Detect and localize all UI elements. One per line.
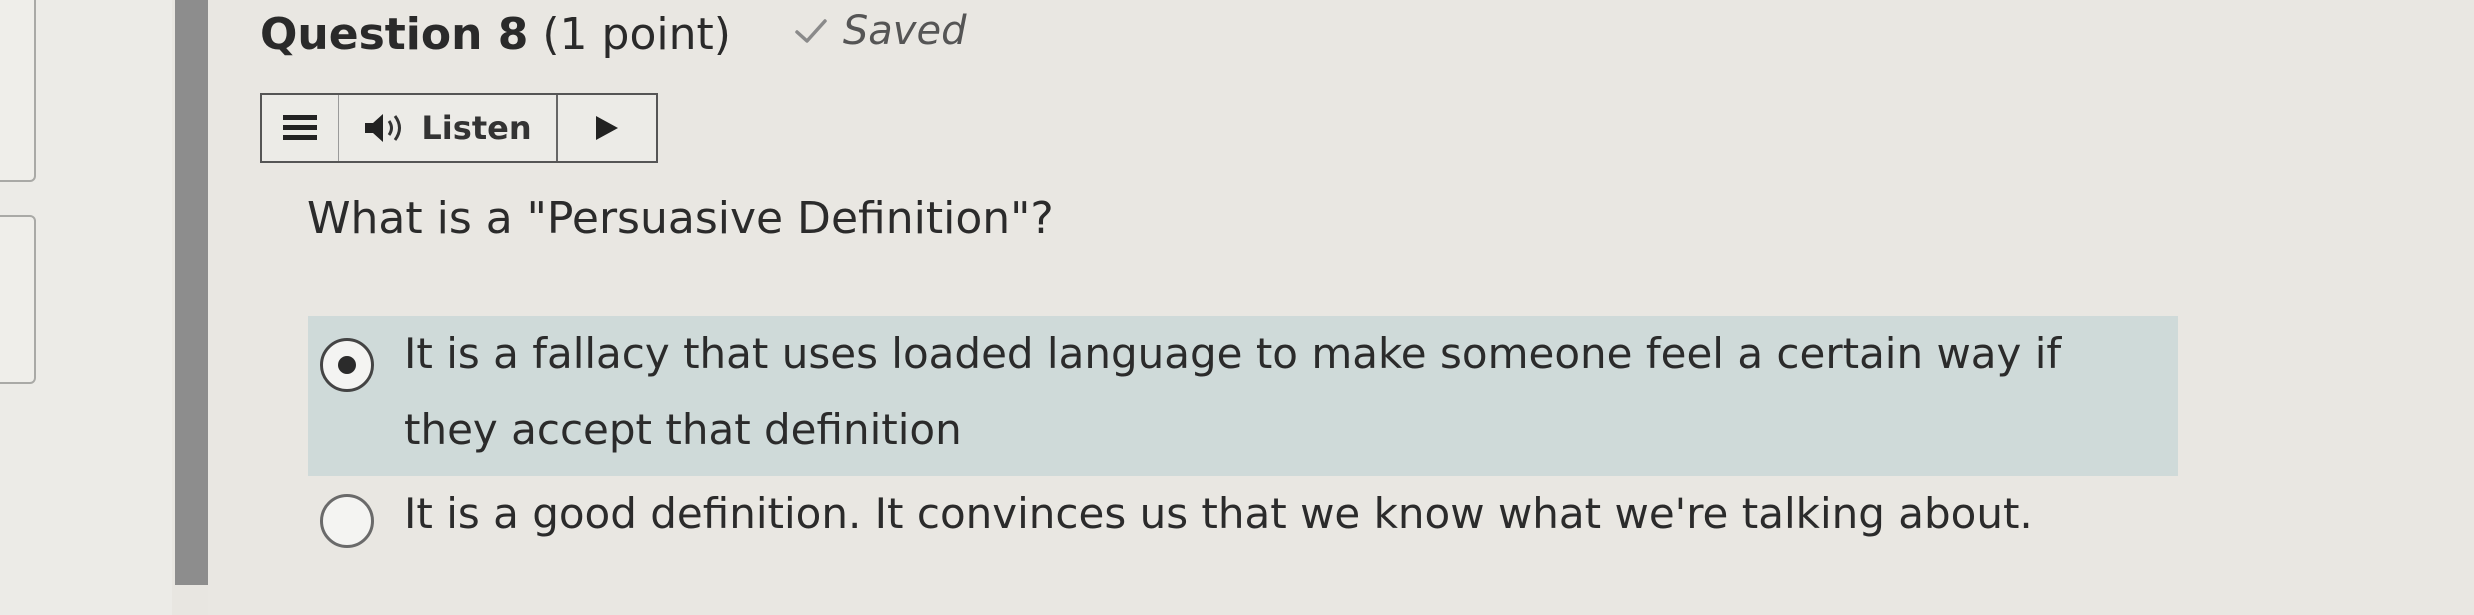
play-button[interactable] <box>558 95 656 161</box>
question-title: Question 8 <box>260 9 529 60</box>
answer-option-2-label: It is a good definition. It convinces us… <box>404 489 2033 538</box>
listen-button[interactable]: Listen <box>339 95 558 161</box>
radio-dot-icon <box>338 356 356 374</box>
readspeaker-toolbar: Listen <box>260 93 658 163</box>
answer-option-1[interactable]: It is a fallacy that uses loaded languag… <box>308 316 2178 476</box>
question-panel: Question 8 (1 point) Saved Listen What i… <box>208 0 2474 615</box>
radio-button-unselected[interactable] <box>320 494 374 548</box>
answer-option-2[interactable]: It is a good definition. It convinces us… <box>308 489 2178 570</box>
saved-label: Saved <box>842 8 967 54</box>
speaker-icon <box>365 114 402 142</box>
question-prompt: What is a "Persuasive Definition"? <box>307 193 1054 244</box>
saved-status: Saved <box>793 8 967 54</box>
play-icon <box>596 116 618 140</box>
left-navigation-panel <box>0 0 172 615</box>
menu-button[interactable] <box>262 95 339 161</box>
previous-question-nav-box[interactable] <box>0 0 36 182</box>
question-left-border <box>175 0 208 585</box>
radio-button-selected[interactable] <box>320 338 374 392</box>
listen-label: Listen <box>421 109 532 147</box>
next-question-nav-box[interactable] <box>0 215 36 384</box>
checkmark-icon <box>795 19 827 43</box>
answer-option-1-label: It is a fallacy that uses loaded languag… <box>404 329 2062 454</box>
question-header: Question 8 (1 point) Saved <box>260 8 966 60</box>
question-points: (1 point) <box>542 9 731 60</box>
menu-icon <box>283 115 317 140</box>
